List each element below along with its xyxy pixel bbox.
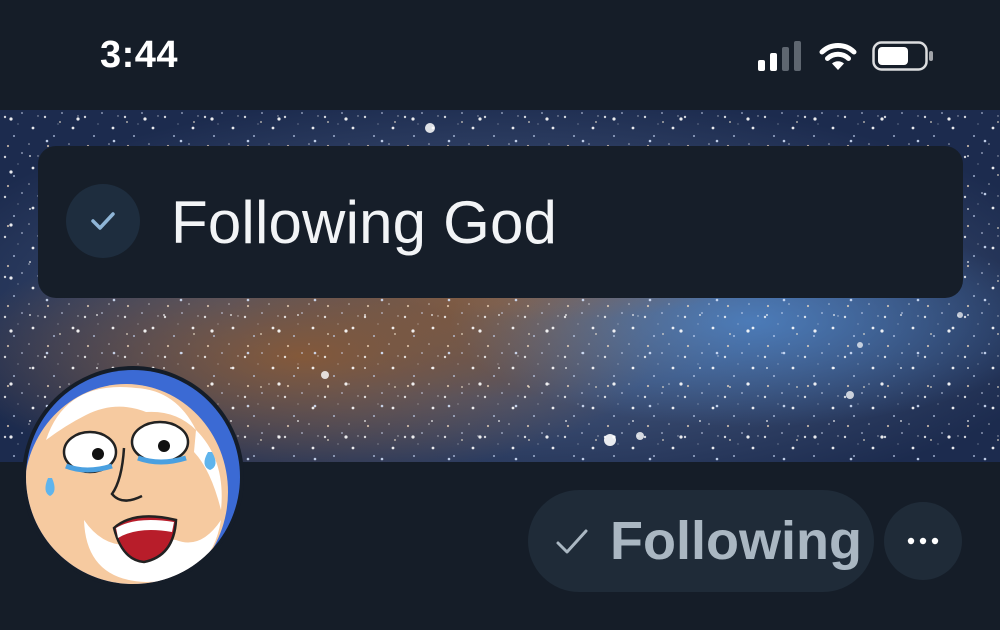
wifi-icon: [819, 43, 857, 70]
signal-icon: [758, 41, 801, 71]
more-icon: [907, 537, 939, 545]
status-bar: 3:44: [0, 0, 1000, 110]
check-icon: [556, 529, 588, 554]
following-button[interactable]: Following: [528, 490, 874, 592]
more-options-button[interactable]: [884, 502, 962, 580]
status-time: 3:44: [100, 34, 179, 76]
toast-message: Following God: [171, 189, 558, 256]
avatar[interactable]: [22, 366, 244, 588]
check-icon: [66, 184, 140, 258]
battery-icon: [872, 41, 933, 71]
follow-toast: Following God: [38, 146, 963, 298]
cartoon-face-avatar-image: [26, 370, 240, 584]
following-button-label: Following: [610, 511, 862, 571]
